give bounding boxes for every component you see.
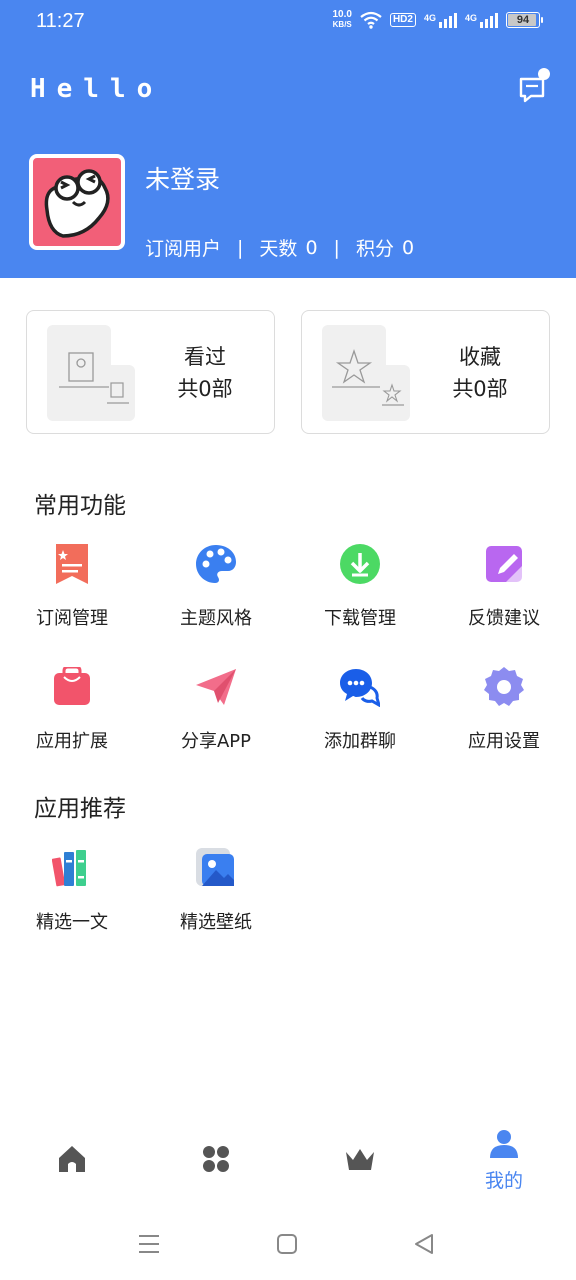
wallpaper-icon	[196, 848, 234, 886]
function-feedback[interactable]: 反馈建议	[444, 544, 564, 644]
tab-profile-label: 我的	[484, 1170, 523, 1192]
palette-icon	[196, 545, 236, 583]
recommended-app-selected-article[interactable]: 精选一文	[12, 848, 132, 948]
sim1-label: 4G	[423, 12, 436, 23]
network-speed: 10.0 KB/S	[332, 10, 351, 30]
function-share-label: 分享APP	[180, 731, 252, 752]
chat-bubbles-icon	[340, 669, 380, 707]
crown-icon	[346, 1149, 374, 1170]
history-card-title: 看过	[184, 345, 226, 369]
function-share[interactable]: 分享APP	[156, 667, 276, 767]
user-stats: 订阅用户 | 天数 0 | 积分 0	[145, 234, 414, 261]
profile-header: 11:27 10.0 KB/S HD2 4G 4G 94 Hello 未登录 订…	[0, 0, 576, 278]
user-name[interactable]: 未登录	[145, 160, 220, 196]
function-subscription-label: 订阅管理	[36, 608, 108, 629]
section-title-common-functions: 常用功能	[34, 493, 126, 519]
home-square-icon[interactable]	[275, 1232, 299, 1256]
function-settings[interactable]: 应用设置	[444, 667, 564, 767]
favorites-card-title: 收藏	[459, 345, 501, 369]
function-extensions-label: 应用扩展	[36, 731, 108, 752]
function-theme-label: 主题风格	[180, 608, 252, 629]
tab-vip[interactable]	[288, 1120, 432, 1200]
favorites-card-count: 共0部	[452, 377, 508, 401]
network-speed-unit: KB/S	[332, 20, 352, 29]
favorite-illustration	[322, 325, 410, 421]
recommended-app-selected-article-label: 精选一文	[36, 912, 108, 933]
tab-home[interactable]	[0, 1120, 144, 1200]
function-add-group-chat[interactable]: 添加群聊	[300, 667, 420, 767]
stats-divider: |	[237, 236, 244, 259]
function-download-label: 下载管理	[324, 608, 396, 629]
battery-icon: 94	[506, 12, 543, 28]
profile-icon	[490, 1130, 518, 1158]
avatar[interactable]	[29, 154, 125, 250]
history-illustration	[47, 325, 135, 421]
download-icon	[340, 544, 380, 584]
menu-icon[interactable]	[137, 1232, 161, 1256]
status-time: 11:27	[36, 10, 85, 32]
points-label: 积分	[355, 238, 394, 260]
subscription-icon	[56, 544, 88, 584]
message-icon[interactable]	[518, 66, 550, 104]
books-icon	[52, 850, 86, 887]
wifi-icon	[360, 11, 382, 29]
signal-icon-2: 4G	[464, 12, 498, 28]
bottom-tab-bar: 我的	[0, 1120, 576, 1200]
stats-divider-2: |	[333, 236, 340, 259]
home-icon	[59, 1146, 85, 1172]
history-card-text: 看过 共0部	[157, 341, 253, 405]
paper-plane-icon	[196, 669, 236, 705]
function-settings-label: 应用设置	[468, 731, 540, 752]
sim2-label: 4G	[464, 12, 477, 23]
function-theme[interactable]: 主题风格	[156, 544, 276, 644]
favorites-card[interactable]: 收藏 共0部	[301, 310, 550, 434]
battery-text: 94	[516, 14, 530, 26]
section-title-recommended-apps: 应用推荐	[34, 796, 126, 822]
shopping-bag-icon	[54, 667, 90, 705]
function-download[interactable]: 下载管理	[300, 544, 420, 644]
recommended-app-wallpapers-label: 精选壁纸	[180, 912, 252, 933]
function-subscription[interactable]: 订阅管理	[12, 544, 132, 644]
function-add-group-chat-label: 添加群聊	[324, 731, 396, 752]
signal-icon: 4G	[423, 12, 457, 28]
frog-mascot-icon	[44, 169, 110, 238]
feedback-icon	[486, 546, 522, 582]
function-extensions[interactable]: 应用扩展	[12, 667, 132, 767]
status-icons: 10.0 KB/S HD2 4G 4G 94	[332, 10, 543, 30]
apps-icon	[203, 1146, 229, 1172]
system-navigation-bar	[0, 1212, 576, 1280]
tab-profile[interactable]: 我的	[432, 1120, 576, 1200]
recommended-app-wallpapers[interactable]: 精选壁纸	[156, 848, 276, 948]
function-feedback-label: 反馈建议	[468, 608, 540, 629]
network-speed-value: 10.0	[332, 9, 352, 20]
favorites-card-text: 收藏 共0部	[432, 341, 528, 405]
days-value: 0	[305, 236, 318, 259]
hd-voice-badge: HD2	[389, 13, 416, 27]
history-card-count: 共0部	[177, 377, 233, 401]
membership-label: 订阅用户	[145, 238, 222, 260]
page-title: Hello	[30, 74, 164, 104]
gear-icon	[484, 667, 524, 706]
tab-apps[interactable]	[144, 1120, 288, 1200]
back-icon[interactable]	[412, 1232, 436, 1256]
status-bar: 11:27 10.0 KB/S HD2 4G 4G 94	[0, 0, 576, 44]
points-value: 0	[401, 236, 415, 259]
days-label: 天数	[259, 238, 298, 260]
history-card[interactable]: 看过 共0部	[26, 310, 275, 434]
